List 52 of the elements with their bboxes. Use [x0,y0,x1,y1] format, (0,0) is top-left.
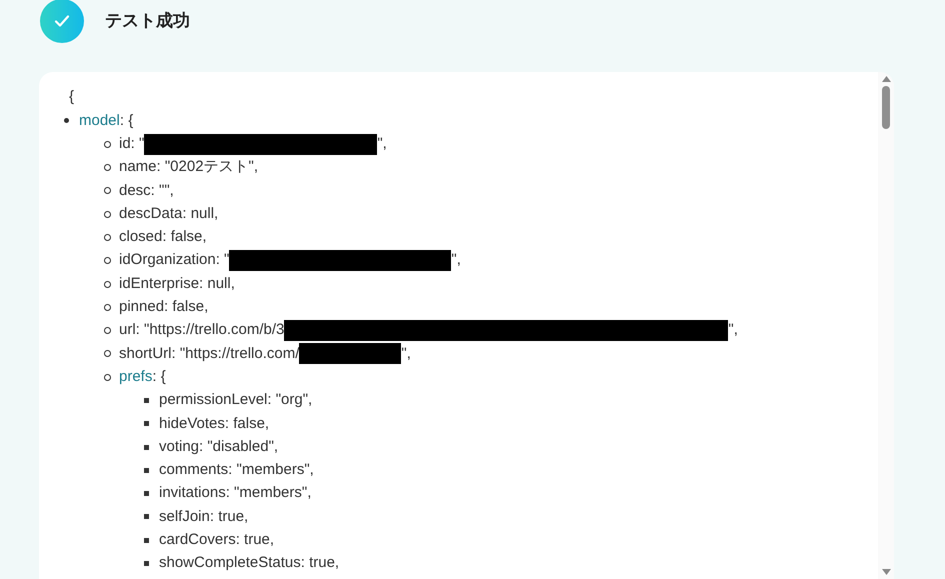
json-line: descData: null, [119,204,218,224]
json-line: comments: "members", [159,460,314,480]
json-text: url: "https://trello.com/b/3 [119,320,284,340]
bullet-icon [104,327,111,334]
bullet-icon [104,257,111,264]
json-line: idEnterprise: null, [119,274,235,294]
bullet-icon [104,350,111,358]
bullet-icon [144,468,149,473]
json-key: prefs [119,366,152,388]
json-line: permissionLevel: "org", [159,390,312,410]
scroll-up-icon[interactable] [882,76,890,82]
json-text: ", [401,344,411,364]
bullet-icon [144,514,149,520]
json-text: shortUrl: "https://trello.com/ [119,344,300,364]
bullet-icon [144,444,149,450]
json-line: cardCovers: true, [159,530,274,550]
bullet-icon [104,280,111,288]
bullet-icon [144,421,149,426]
json-text: id: " [119,134,144,154]
json-text: ", [451,250,461,270]
bullet-icon [104,234,111,241]
json-line: closed: false, [119,227,207,248]
json-line: invitations: "members", [159,483,312,504]
json-line: pinned: false, [119,297,208,318]
json-text: { [69,87,74,108]
json-key: model [79,110,120,132]
status-title: テスト成功 [105,10,190,32]
json-line: name: "0202テスト", [119,157,258,178]
bullet-icon [64,118,69,124]
json-line: desc: "", [119,180,174,201]
bullet-icon [104,140,111,148]
scrollbar[interactable] [878,72,894,579]
bullet-icon [104,374,111,381]
bullet-icon [104,187,111,194]
scrollbar-thumb[interactable] [882,86,890,129]
json-text: ", [377,134,387,154]
json-line: selfJoin: true, [159,506,248,527]
bullet-icon [144,538,149,543]
bullet-icon [144,561,149,566]
json-text: idOrganization: " [119,250,230,270]
bullet-icon [104,304,111,311]
bullet-icon [104,164,111,172]
json-line: hideVotes: false, [159,414,270,434]
bullet-icon [144,398,149,403]
bullet-icon [104,210,111,218]
bullet-icon [144,491,149,496]
json-text: : { [120,110,134,131]
json-text: ", [728,320,738,340]
json-line: voting: "disabled", [159,436,278,457]
json-line: showCompleteStatus: true, [159,553,340,574]
json-text: : { [152,366,166,387]
scroll-down-icon[interactable] [882,569,890,575]
